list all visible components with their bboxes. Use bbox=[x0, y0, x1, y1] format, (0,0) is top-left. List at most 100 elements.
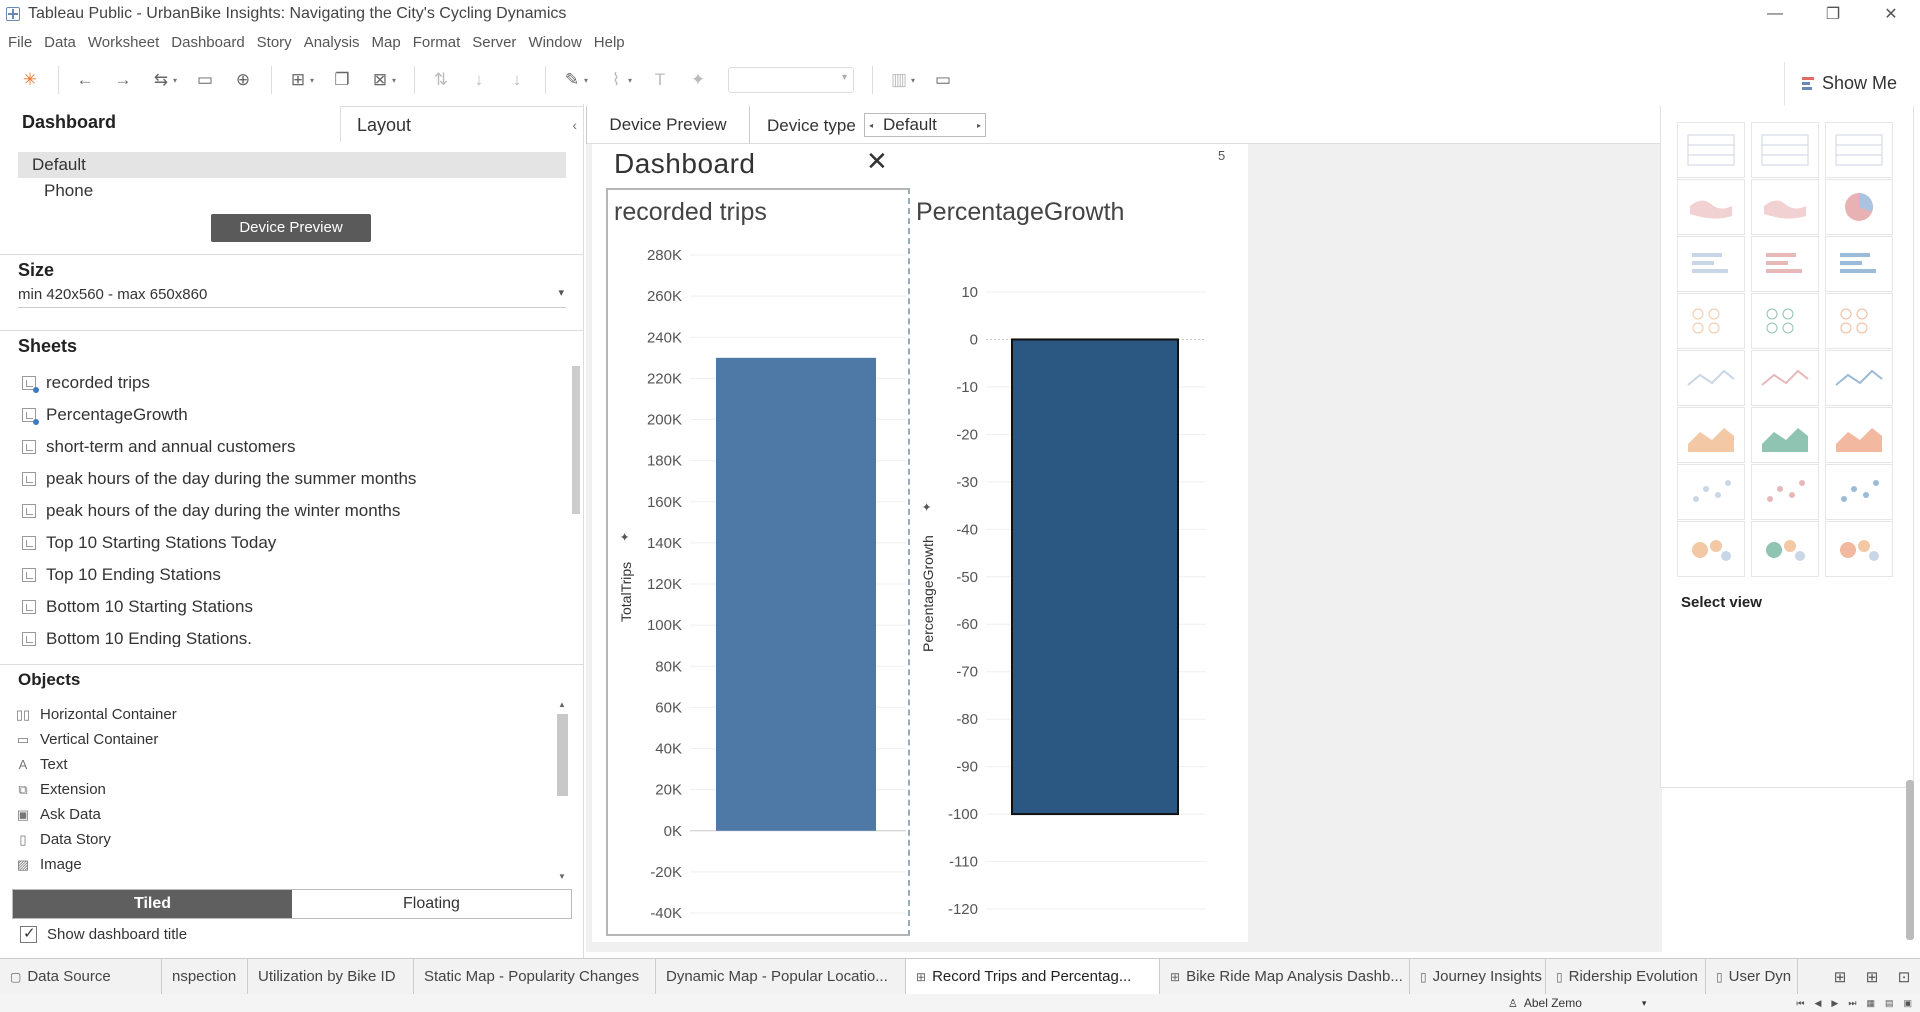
tab-utilization-by-bike-id[interactable]: Utilization by Bike ID bbox=[248, 958, 414, 995]
continuous-lines-icon[interactable] bbox=[1677, 350, 1745, 406]
replace-data-icon[interactable]: ⇆ bbox=[147, 66, 175, 94]
menu-analysis[interactable]: Analysis bbox=[304, 34, 360, 51]
sheet-item[interactable]: recorded trips bbox=[22, 367, 570, 399]
object-item[interactable]: ▨ Image bbox=[14, 852, 554, 877]
tab-dynamic-map[interactable]: Dynamic Map - Popular Locatio... bbox=[656, 958, 906, 995]
new-worksheet-icon[interactable]: ⊞ bbox=[1824, 968, 1856, 986]
sheet-item[interactable]: Top 10 Ending Stations bbox=[22, 559, 570, 591]
menu-map[interactable]: Map bbox=[372, 34, 401, 51]
scroll-down-icon[interactable]: ▼ bbox=[558, 872, 566, 881]
sheet-item[interactable]: PercentageGrowth bbox=[22, 399, 570, 431]
next-sheet-icon[interactable]: ▶ bbox=[1831, 998, 1838, 1009]
pie-chart-icon[interactable] bbox=[1825, 179, 1893, 235]
object-item[interactable]: ⧉ Extension bbox=[14, 777, 554, 802]
sheet-item[interactable]: peak hours of the day during the winter … bbox=[22, 495, 570, 527]
floating-button[interactable]: Floating bbox=[292, 890, 571, 918]
user-menu[interactable]: ♙ Abel Zemo ▾ bbox=[1508, 994, 1646, 1012]
side-by-side-circles-icon[interactable] bbox=[1825, 293, 1893, 349]
previous-device-icon[interactable]: ◂ bbox=[865, 121, 877, 130]
scroll-up-icon[interactable]: ▲ bbox=[558, 700, 566, 709]
duplicate-sheet-icon[interactable]: ❐ bbox=[328, 66, 356, 94]
tab-static-map[interactable]: Static Map - Popularity Changes bbox=[414, 958, 656, 995]
sort-ascending-icon[interactable]: ↓ bbox=[465, 66, 493, 94]
sheet-item[interactable]: Top 10 Starting Stations Today bbox=[22, 527, 570, 559]
show-dashboard-title-checkbox[interactable]: Show dashboard title bbox=[20, 924, 187, 943]
dashboard-tab[interactable]: Dashboard bbox=[22, 112, 116, 133]
side-by-side-bars-icon[interactable] bbox=[1825, 236, 1893, 292]
sort-descending-icon[interactable]: ↓ bbox=[503, 66, 531, 94]
sheet-item[interactable]: Bottom 10 Starting Stations bbox=[22, 591, 570, 623]
save-icon[interactable]: ▭ bbox=[191, 66, 219, 94]
fix-axes-icon[interactable]: ✦ bbox=[684, 66, 712, 94]
sheet-item[interactable]: peak hours of the day during the summer … bbox=[22, 463, 570, 495]
previous-sheet-icon[interactable]: ◀ bbox=[1815, 998, 1822, 1009]
tableau-home-icon[interactable]: ✳ bbox=[16, 66, 44, 94]
device-type-selector[interactable]: ◂ Default ▸ bbox=[864, 113, 986, 137]
discrete-lines-icon[interactable] bbox=[1751, 350, 1819, 406]
menu-data[interactable]: Data bbox=[44, 34, 76, 51]
symbol-map-icon[interactable] bbox=[1677, 179, 1745, 235]
scatter-plot-icon[interactable] bbox=[1677, 464, 1745, 520]
selected-sheet-container[interactable] bbox=[606, 188, 910, 936]
device-preview-tab[interactable]: Device Preview bbox=[586, 106, 750, 144]
last-sheet-icon[interactable]: ⏭ bbox=[1848, 998, 1856, 1009]
box-whisker-icon[interactable] bbox=[1825, 464, 1893, 520]
area-continuous-icon[interactable] bbox=[1677, 407, 1745, 463]
menu-dashboard[interactable]: Dashboard bbox=[171, 34, 244, 51]
minimize-button[interactable]: — bbox=[1746, 0, 1804, 28]
tab-user-dynamics[interactable]: ▯ User Dyn bbox=[1706, 958, 1798, 995]
fit-dropdown[interactable] bbox=[728, 67, 854, 93]
filled-map-icon[interactable] bbox=[1751, 179, 1819, 235]
show-filmstrip-icon[interactable]: ▦ bbox=[1866, 998, 1875, 1009]
menu-window[interactable]: Window bbox=[528, 34, 581, 51]
new-dashboard-icon[interactable]: ⊞ bbox=[1856, 968, 1888, 986]
restore-button[interactable]: ❐ bbox=[1804, 0, 1862, 28]
packed-bubbles-icon[interactable] bbox=[1825, 521, 1893, 577]
show-mark-labels-icon[interactable]: T bbox=[646, 66, 674, 94]
stacked-bars-icon[interactable] bbox=[1751, 236, 1819, 292]
dual-combination-icon[interactable] bbox=[1825, 407, 1893, 463]
area-discrete-icon[interactable] bbox=[1751, 407, 1819, 463]
show-me-button[interactable]: Show Me bbox=[1784, 62, 1914, 106]
highlight-dropdown-icon[interactable]: ▾ bbox=[584, 76, 592, 85]
object-item[interactable]: ▯▯ Horizontal Container bbox=[14, 702, 554, 727]
gantt-chart-icon[interactable] bbox=[1677, 521, 1745, 577]
presentation-mode-icon[interactable]: ▭ bbox=[929, 66, 957, 94]
object-item[interactable]: A Text bbox=[14, 752, 554, 777]
dashboard-title[interactable]: Dashboard bbox=[614, 148, 755, 180]
sheets-scrollbar[interactable] bbox=[572, 366, 580, 514]
tab-ridership-evolution[interactable]: ▯ Ridership Evolution bbox=[1546, 958, 1706, 995]
sheet-item[interactable]: Bottom 10 Ending Stations. bbox=[22, 623, 570, 647]
show-tabs-icon[interactable]: ▤ bbox=[1885, 998, 1894, 1009]
group-dropdown-icon[interactable]: ▾ bbox=[628, 76, 636, 85]
layout-tab[interactable]: Layout ‹ bbox=[340, 106, 584, 142]
show-cards-icon[interactable]: ▥ bbox=[885, 66, 913, 94]
horizontal-bars-icon[interactable] bbox=[1677, 236, 1745, 292]
text-table-icon[interactable] bbox=[1677, 122, 1745, 178]
device-item-phone[interactable]: Phone bbox=[18, 178, 566, 204]
treemap-icon[interactable] bbox=[1677, 293, 1745, 349]
heat-map-icon[interactable] bbox=[1751, 122, 1819, 178]
tab-bike-ride-map[interactable]: ⊞ Bike Ride Map Analysis Dashb... bbox=[1160, 958, 1410, 995]
dual-lines-icon[interactable] bbox=[1825, 350, 1893, 406]
menu-format[interactable]: Format bbox=[413, 34, 461, 51]
close-icon[interactable]: ✕ bbox=[866, 146, 888, 177]
object-item[interactable]: ▭ Vertical Container bbox=[14, 727, 554, 752]
tab-data-source[interactable]: ▢ Data Source bbox=[0, 958, 162, 995]
new-data-source-icon[interactable]: ⊕ bbox=[229, 66, 257, 94]
show-sheet-sorter-icon[interactable]: ▣ bbox=[1903, 998, 1912, 1009]
show-cards-dropdown-icon[interactable]: ▾ bbox=[911, 76, 919, 85]
close-window-button[interactable]: ✕ bbox=[1862, 0, 1920, 28]
objects-scrollbar[interactable] bbox=[557, 714, 568, 796]
group-members-icon[interactable]: ⌇ bbox=[602, 66, 630, 94]
new-story-icon[interactable]: ⊡ bbox=[1888, 968, 1920, 986]
menu-file[interactable]: File bbox=[8, 34, 32, 51]
tab-journey-insights[interactable]: ▯ Journey Insights bbox=[1410, 958, 1546, 995]
device-item-default[interactable]: Default bbox=[18, 152, 566, 178]
highlight-icon[interactable]: ✎ bbox=[558, 66, 586, 94]
menu-story[interactable]: Story bbox=[257, 34, 292, 51]
circle-view-icon[interactable] bbox=[1751, 293, 1819, 349]
size-dropdown[interactable]: min 420x560 - max 650x860 bbox=[18, 286, 566, 308]
histogram-icon[interactable] bbox=[1751, 464, 1819, 520]
sheet-item[interactable]: short-term and annual customers bbox=[22, 431, 570, 463]
